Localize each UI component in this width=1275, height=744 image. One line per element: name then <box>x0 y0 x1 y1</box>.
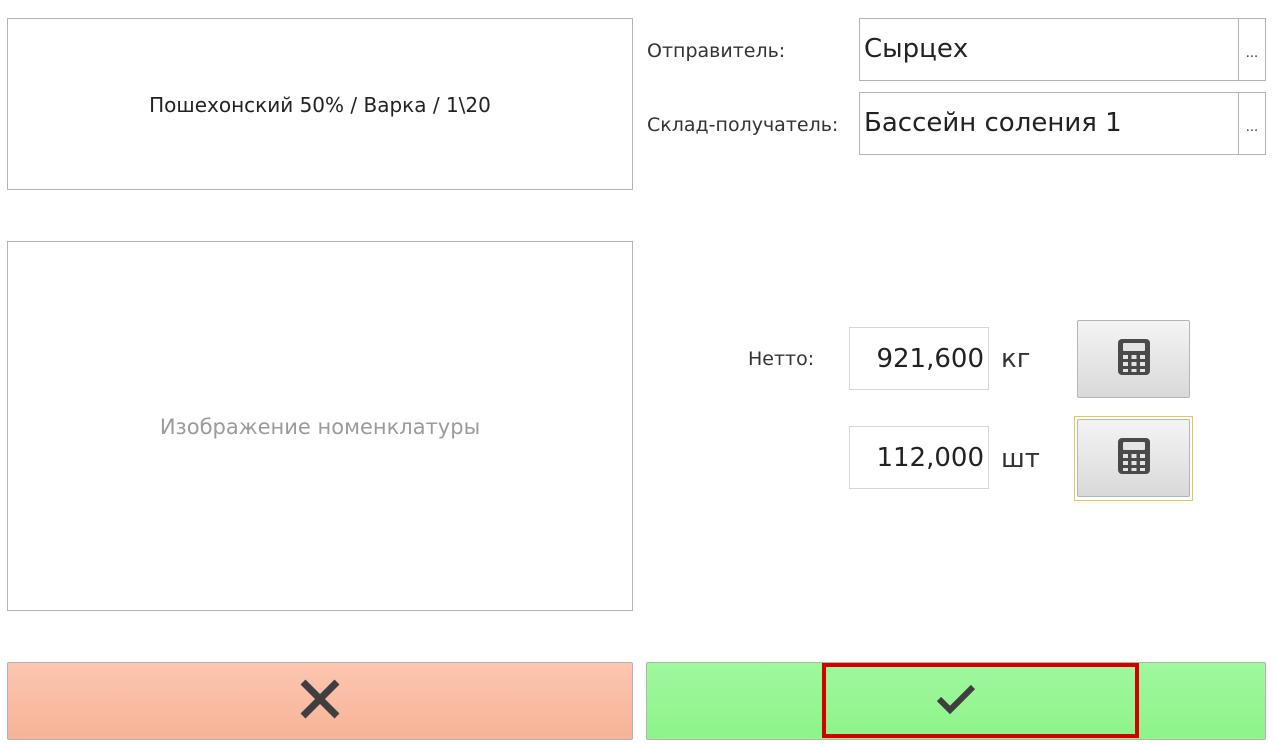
product-panel: Пошехонский 50% / Варка / 1\20 <box>7 18 633 190</box>
confirm-button-highlight <box>822 663 1139 738</box>
close-icon <box>298 677 342 725</box>
sender-label: Отправитель: <box>647 40 786 62</box>
count-calculator-button[interactable] <box>1077 419 1190 497</box>
sender-select-button[interactable]: ... <box>1238 18 1266 81</box>
receiver-field[interactable]: Бассейн соления 1 ... <box>859 92 1266 155</box>
net-label: Нетто: <box>748 348 815 370</box>
receiver-value: Бассейн соления 1 <box>864 108 1122 138</box>
weight-unit: кг <box>1001 344 1031 374</box>
receiver-select-button[interactable]: ... <box>1238 92 1266 155</box>
product-name: Пошехонский 50% / Варка / 1\20 <box>149 93 491 117</box>
cancel-button[interactable] <box>7 662 633 740</box>
sender-field[interactable]: Сырцех ... <box>859 18 1266 81</box>
count-input[interactable] <box>849 426 989 489</box>
sender-value: Сырцех <box>864 34 969 64</box>
count-unit: шт <box>1001 444 1040 474</box>
image-placeholder-text: Изображение номенклатуры <box>159 415 481 439</box>
calculator-icon <box>1117 437 1151 479</box>
calculator-icon <box>1117 338 1151 380</box>
product-image-panel: Изображение номенклатуры <box>7 241 633 611</box>
weight-calculator-button[interactable] <box>1077 320 1190 398</box>
weight-input[interactable] <box>849 327 989 390</box>
receiver-label: Склад-получатель: <box>647 114 839 136</box>
